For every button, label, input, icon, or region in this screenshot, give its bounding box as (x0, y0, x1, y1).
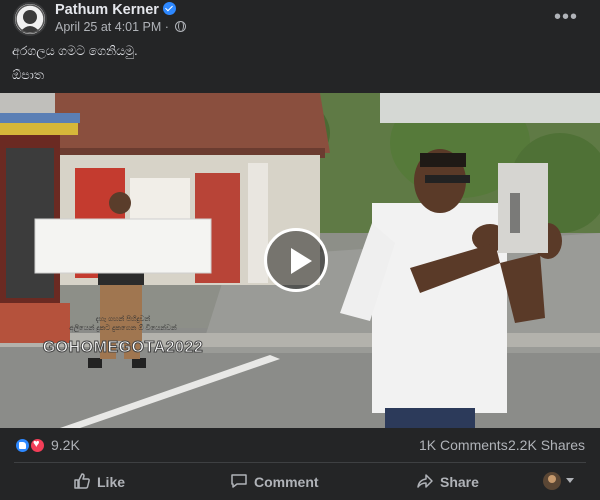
post-header: Pathum Kerner April 25 at 4:01 PM · ••• (0, 0, 600, 44)
share-button-label: Share (440, 474, 479, 490)
play-icon[interactable] (264, 228, 328, 292)
post-text-line-2: ඕපාත (12, 68, 44, 82)
post-meta: April 25 at 4:01 PM · (55, 20, 187, 34)
sign-line-2: අලියෙන් දුකට දුකගෙන ඕ වියෙන්වන් (69, 325, 177, 332)
thumbs-up-icon (73, 472, 91, 493)
share-button[interactable]: Share (416, 472, 479, 493)
protest-sign-headline: GOHOMEGOTA2022 (42, 339, 204, 357)
author-name-text: Pathum Kerner (55, 2, 159, 18)
author-avatar[interactable] (13, 2, 47, 36)
sign-line-1: දැහැ ගහන් පිහිදුවන් (95, 316, 151, 323)
verified-badge-icon (162, 2, 176, 15)
like-button-label: Like (97, 474, 126, 490)
post-stats: 9.2K 1K Comments 2.2K Shares (0, 428, 600, 462)
protest-sign-small-text: දැහැ ගහන් පිහිදුවන් අලියෙන් දුකට දුකගෙන … (36, 315, 210, 333)
reaction-count[interactable]: 9.2K (51, 437, 80, 453)
user-avatar-icon (543, 472, 561, 490)
comments-count[interactable]: 1K Comments (419, 437, 508, 453)
chevron-down-icon (566, 478, 574, 483)
post-timestamp[interactable]: April 25 at 4:01 PM (55, 20, 161, 34)
like-button[interactable]: Like (73, 472, 125, 493)
share-icon (416, 472, 434, 493)
post-text-line-1: අරගලය ගමට ගෙනියමු. (12, 44, 138, 58)
more-options-icon[interactable]: ••• (554, 6, 578, 29)
comment-button-label: Comment (254, 474, 319, 490)
love-reaction-icon (29, 437, 46, 454)
divider (14, 462, 586, 463)
video-player[interactable]: දැහැ ගහන් පිහිදුවන් අලියෙන් දුකට දුකගෙන … (0, 93, 600, 428)
comment-icon (230, 472, 248, 493)
shares-count[interactable]: 2.2K Shares (508, 437, 585, 453)
author-name[interactable]: Pathum Kerner (55, 2, 176, 18)
globe-icon (175, 21, 187, 32)
reaction-audience-selector[interactable] (543, 472, 577, 494)
comment-button[interactable]: Comment (230, 472, 319, 493)
post-actions: Like Comment Share (0, 464, 600, 500)
